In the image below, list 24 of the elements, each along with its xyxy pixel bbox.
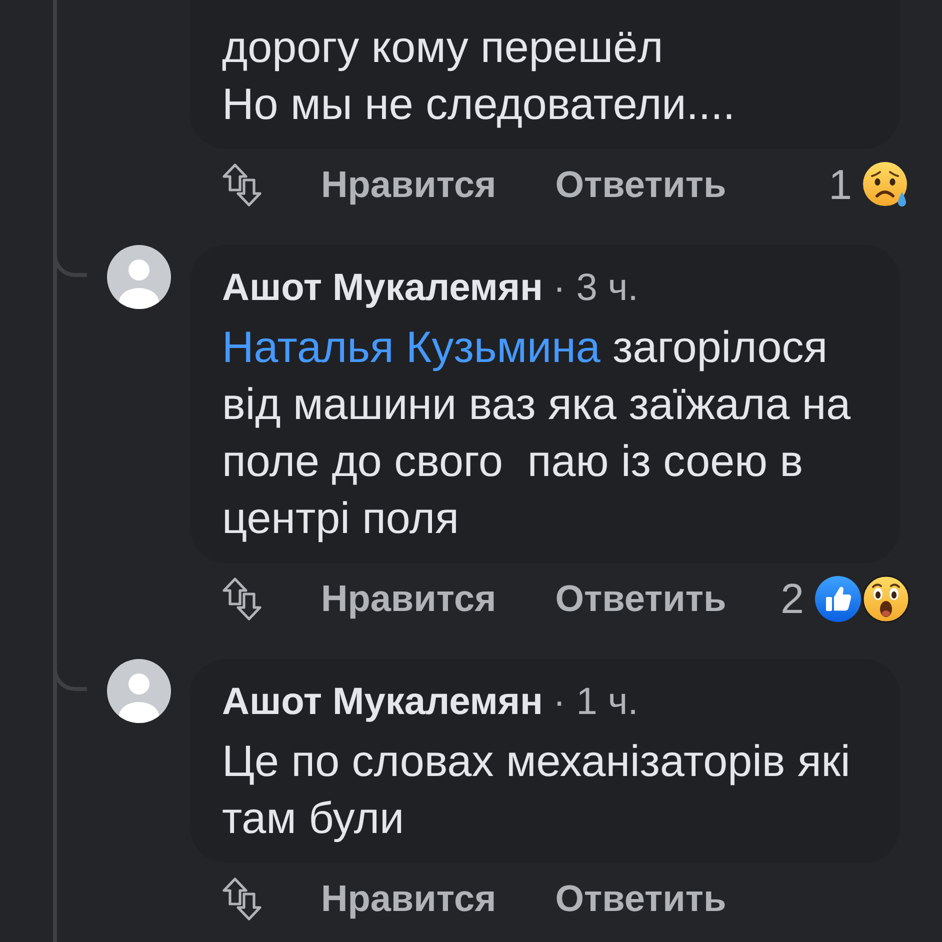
comment-time[interactable]: · 1 ч. xyxy=(553,682,638,722)
reply-button[interactable]: Ответить xyxy=(555,577,726,621)
comment-text: Наталья Кузьмина загорілося від машини ваз яка заїжала на поле до свого паю із соею в центрі поля xyxy=(222,322,852,545)
author-name[interactable]: Ашот Мукалемян xyxy=(222,682,543,722)
avatar-icon[interactable] xyxy=(107,245,171,309)
up-down-arrows-icon[interactable] xyxy=(222,163,262,207)
surprised-face-icon[interactable] xyxy=(862,575,910,623)
like-button[interactable]: Нравится xyxy=(321,877,496,921)
reaction-count[interactable]: 1 xyxy=(828,161,852,209)
comment-text: Це по словах механізаторів які там були xyxy=(222,736,852,845)
like-button[interactable]: Нравится xyxy=(321,163,496,207)
up-down-arrows-icon[interactable] xyxy=(222,577,262,621)
reply-button[interactable]: Ответить xyxy=(555,877,726,921)
author-name[interactable]: Ашот Мукалемян xyxy=(222,268,543,308)
comment-text: дорогу кому перешёл Но мы не следователи.... xyxy=(222,22,736,131)
avatar-icon[interactable] xyxy=(107,659,171,723)
reaction-count[interactable]: 2 xyxy=(780,575,804,623)
comment-time[interactable]: · 3 ч. xyxy=(553,268,638,308)
thumbs-up-icon[interactable] xyxy=(814,575,862,623)
like-button[interactable]: Нравится xyxy=(321,577,496,621)
crying-face-icon[interactable] xyxy=(862,161,910,209)
reply-button[interactable]: Ответить xyxy=(555,163,726,207)
up-down-arrows-icon[interactable] xyxy=(222,877,262,921)
mention-link[interactable]: Наталья Кузьмина xyxy=(222,323,600,372)
